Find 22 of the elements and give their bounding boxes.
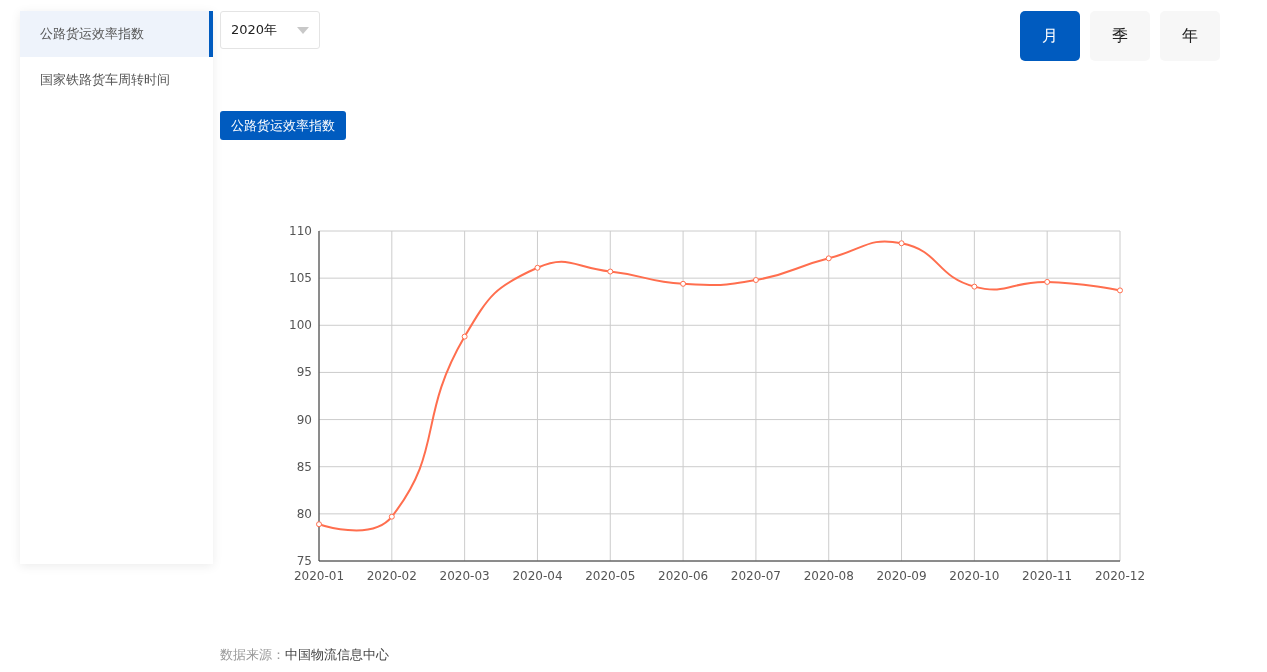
axis-label: 2020-10 bbox=[949, 569, 1000, 583]
axis-label: 2020-08 bbox=[803, 569, 854, 583]
axis-label: 95 bbox=[296, 365, 312, 380]
source-label: 数据来源： bbox=[220, 646, 285, 664]
axis-label: 2020-11 bbox=[1022, 569, 1073, 583]
axis-label: 110 bbox=[289, 224, 312, 238]
axis-label: 2020-01 bbox=[293, 569, 345, 583]
axis-label: 2020-12 bbox=[1094, 569, 1146, 583]
axis-label: 2020-06 bbox=[658, 569, 709, 583]
axis-label: 2020-02 bbox=[366, 569, 417, 583]
axis-label: 2020-03 bbox=[439, 569, 490, 583]
axis-label: 105 bbox=[289, 271, 312, 286]
source-value: 中国物流信息中心 bbox=[285, 646, 389, 664]
axis-label: 85 bbox=[296, 459, 312, 474]
axis-label: 75 bbox=[296, 554, 312, 568]
axis-label: 100 bbox=[289, 318, 312, 333]
axis-label: 90 bbox=[296, 412, 312, 427]
axis-label: 80 bbox=[296, 506, 312, 521]
axis-label: 2020-04 bbox=[512, 569, 563, 583]
axis-label: 2020-05 bbox=[585, 569, 636, 583]
axis-label: 2020-07 bbox=[730, 569, 781, 583]
axis-label: 2020-09 bbox=[876, 569, 927, 583]
